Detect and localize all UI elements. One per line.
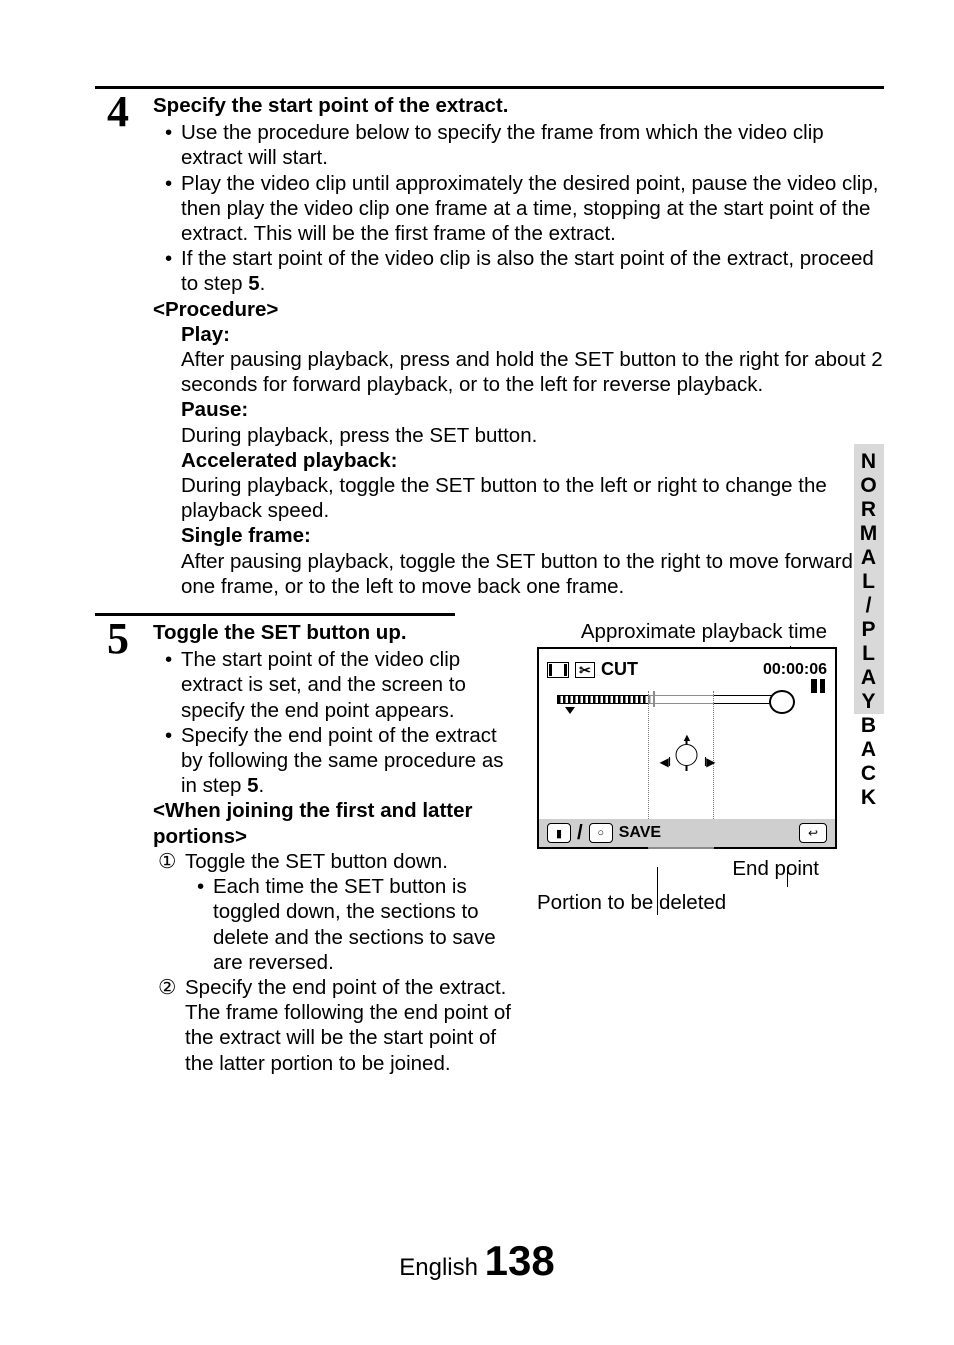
diagram-area: Approximate playback time ✂ CUT 00:00:06 — [537, 620, 837, 915]
time-display: 00:00:06 — [763, 661, 827, 679]
divider — [95, 86, 884, 89]
text: Specify the end point of the extract by … — [181, 724, 504, 797]
portion-deleted-label: Portion to be deleted — [537, 891, 837, 915]
cut-label: CUT — [601, 659, 638, 680]
playhead-icon — [769, 690, 795, 714]
endpoint-label: End point — [537, 857, 837, 881]
enum-item-2: Specify the end point of the extract. Th… — [181, 975, 513, 1076]
page-footer: English 138 — [0, 1237, 954, 1285]
bullet: If the start point of the video clip is … — [181, 246, 884, 296]
enum-item-1: Toggle the SET button down. Each time th… — [181, 849, 513, 975]
timeline — [557, 691, 817, 705]
step-5-title: Toggle the SET button up. — [153, 620, 513, 645]
accel-text: During playback, toggle the SET button t… — [181, 473, 884, 523]
marker-icon — [565, 707, 575, 714]
scissors-icon: ✂ — [575, 662, 595, 678]
bullet: Use the procedure below to specify the f… — [181, 120, 884, 170]
text-bold: 5 — [248, 272, 259, 295]
accel-heading: Accelerated playback: — [181, 448, 884, 473]
step-number: 5 — [95, 617, 129, 661]
sub-bullet: Each time the SET button is toggled down… — [185, 874, 513, 975]
photo-mode-icon: ○ — [589, 823, 613, 843]
step-4-title: Specify the start point of the extract. — [153, 93, 884, 118]
joystick-icon: ▲ ◀Ⅰ Ⅰ▶ — [660, 733, 715, 772]
text: Toggle the SET button down. — [185, 850, 448, 873]
divider — [95, 613, 455, 616]
movie-mode-icon: ▮ — [547, 823, 571, 843]
step-number: 4 — [95, 90, 129, 134]
page-number: 138 — [485, 1237, 555, 1284]
step-4: 4 Specify the start point of the extract… — [95, 93, 884, 599]
frame-text: After pausing playback, toggle the SET b… — [181, 549, 884, 599]
leader-line — [787, 867, 788, 887]
pause-text: During playback, press the SET button. — [181, 423, 884, 448]
text-bold: 5 — [247, 774, 258, 797]
procedure-heading: <Procedure> — [153, 297, 884, 322]
footer-language: English — [399, 1254, 484, 1281]
pause-heading: Pause: — [181, 397, 884, 422]
text: . — [259, 774, 265, 797]
leader-line — [657, 867, 658, 915]
text: . — [260, 272, 266, 295]
camera-screen: ✂ CUT 00:00:06 ▲ ◀Ⅰ — [537, 647, 837, 849]
approx-time-label: Approximate playback time — [537, 620, 837, 644]
frame-heading: Single frame: — [181, 523, 884, 548]
play-text: After pausing playback, press and hold t… — [181, 347, 884, 397]
side-tab-label: NORMAL/PLAYBACK — [858, 450, 880, 810]
film-icon — [547, 662, 569, 678]
save-label: SAVE — [619, 824, 661, 842]
return-icon: ↩ — [799, 823, 827, 843]
join-heading: <When joining the first and latter porti… — [153, 798, 513, 848]
bullet: Play the video clip until approximately … — [181, 171, 884, 247]
bullet: The start point of the video clip extrac… — [181, 647, 513, 723]
bullet: Specify the end point of the extract by … — [181, 723, 513, 799]
text: If the start point of the video clip is … — [181, 247, 874, 295]
play-heading: Play: — [181, 322, 884, 347]
step-5: 5 Toggle the SET button up. The start po… — [95, 620, 884, 1076]
